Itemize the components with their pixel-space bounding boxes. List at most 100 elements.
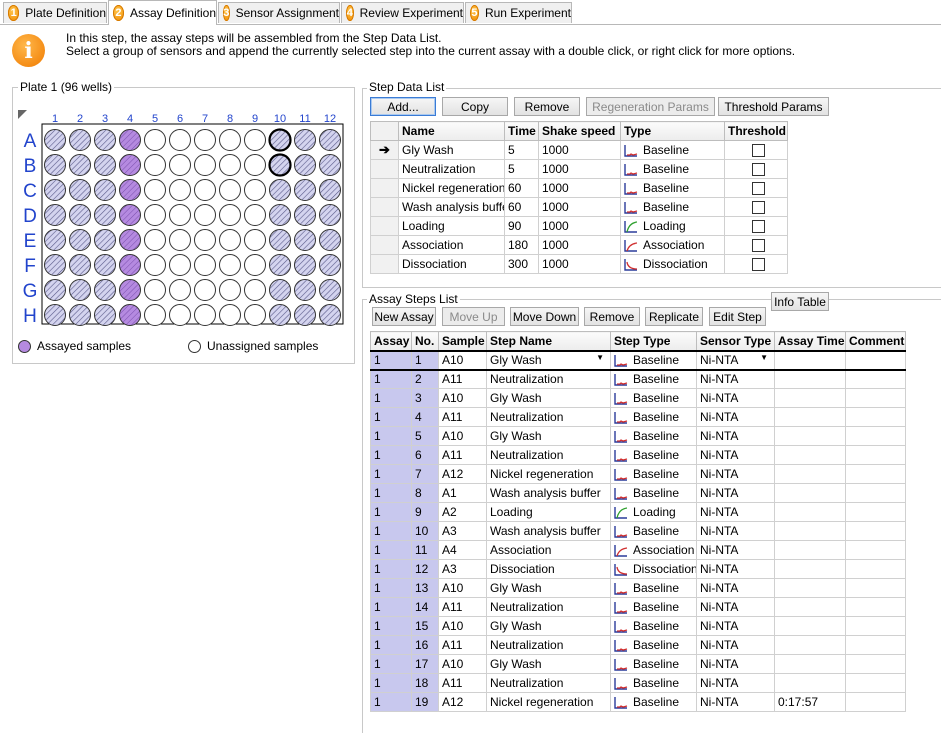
plate-well[interactable] xyxy=(44,179,66,201)
plate-col-label[interactable]: 12 xyxy=(324,113,336,125)
col-threshold[interactable]: Threshold xyxy=(724,121,788,141)
sensor-type-cell[interactable]: ▼ Ni-NTA xyxy=(696,349,775,371)
step-type-cell[interactable]: Baseline xyxy=(610,597,697,617)
sample-cell[interactable]: A12 xyxy=(438,692,487,712)
plate-well[interactable] xyxy=(244,279,266,301)
step-name-cell[interactable]: Gly Wash xyxy=(398,140,505,160)
plate-row-label[interactable]: G xyxy=(23,281,38,302)
step-type-cell[interactable]: Baseline xyxy=(610,464,697,484)
plate-well[interactable] xyxy=(144,304,166,326)
sample-cell[interactable]: A10 xyxy=(438,426,487,446)
plate-well[interactable] xyxy=(294,154,316,176)
plate-well[interactable] xyxy=(169,179,191,201)
plate-well[interactable] xyxy=(244,154,266,176)
threshold-checkbox[interactable] xyxy=(752,258,765,272)
step-no-cell[interactable]: 6 xyxy=(411,445,439,465)
comment-cell[interactable] xyxy=(845,673,906,693)
assay-time-cell[interactable] xyxy=(774,502,846,522)
comment-cell[interactable] xyxy=(845,521,906,541)
plate-well[interactable] xyxy=(194,254,216,276)
plate-well[interactable] xyxy=(269,229,291,251)
row-indicator[interactable] xyxy=(370,159,399,179)
step-no-cell[interactable]: 3 xyxy=(411,388,439,408)
plate-well[interactable] xyxy=(94,304,116,326)
plate-col-label[interactable]: 8 xyxy=(227,113,233,125)
assay-time-cell[interactable] xyxy=(774,616,846,636)
assay-time-cell[interactable] xyxy=(774,654,846,674)
plate-well[interactable] xyxy=(219,129,241,151)
remove-assay-step-button[interactable]: Remove xyxy=(584,307,640,326)
plate-well[interactable] xyxy=(119,279,141,301)
assay-cell[interactable]: 1 xyxy=(370,597,412,617)
col-time[interactable]: Time xyxy=(504,121,539,141)
plate-col-label[interactable]: 7 xyxy=(202,113,208,125)
plate-well[interactable] xyxy=(244,179,266,201)
step-name-cell[interactable]: Neutralization xyxy=(486,673,611,693)
step-name-cell[interactable]: Dissociation xyxy=(486,559,611,579)
assay-time-cell[interactable] xyxy=(774,597,846,617)
plate-well[interactable] xyxy=(144,154,166,176)
threshold-checkbox[interactable] xyxy=(752,163,765,177)
col-comment[interactable]: Comment xyxy=(845,331,906,351)
threshold-checkbox[interactable] xyxy=(752,182,765,196)
plate-col-label[interactable]: 11 xyxy=(299,113,310,125)
plate-well[interactable] xyxy=(119,154,141,176)
plate-well[interactable] xyxy=(119,204,141,226)
plate-row-label[interactable]: F xyxy=(24,256,36,277)
comment-cell[interactable] xyxy=(845,616,906,636)
plate-col-label[interactable]: 6 xyxy=(177,113,183,125)
sample-cell[interactable]: A11 xyxy=(438,597,487,617)
comment-cell[interactable] xyxy=(845,464,906,484)
step-data-row[interactable]: Nickel regeneration 60 1000 Baseline xyxy=(370,178,788,198)
sensor-type-cell[interactable]: Ni-NTA xyxy=(696,426,775,446)
plate-row-label[interactable]: B xyxy=(24,156,37,177)
plate-well[interactable] xyxy=(219,229,241,251)
comment-cell[interactable] xyxy=(845,597,906,617)
assay-time-cell[interactable] xyxy=(774,388,846,408)
assay-time-cell[interactable]: 0:17:57 xyxy=(774,692,846,712)
step-name-cell[interactable]: Wash analysis buffer xyxy=(486,483,611,503)
plate-well[interactable] xyxy=(269,179,291,201)
assay-cell[interactable]: 1 xyxy=(370,388,412,408)
row-indicator[interactable] xyxy=(370,235,399,255)
plate-well[interactable] xyxy=(44,229,66,251)
plate-well[interactable] xyxy=(319,154,341,176)
step-type-cell[interactable]: Loading xyxy=(610,502,697,522)
assay-step-row[interactable]: 1 19 A12 Nickel regeneration Baseline Ni-NTA 0… xyxy=(370,692,941,712)
row-indicator[interactable] xyxy=(370,197,399,217)
plate-col-label[interactable]: 10 xyxy=(274,113,286,125)
comment-cell[interactable] xyxy=(845,540,906,560)
col-step-type[interactable]: Step Type xyxy=(610,331,697,351)
step-shake-cell[interactable]: 1000 xyxy=(538,197,621,217)
step-data-row[interactable]: Dissociation 300 1000 Dissociation xyxy=(370,254,788,274)
plate-well[interactable] xyxy=(194,229,216,251)
plate-well[interactable] xyxy=(94,229,116,251)
step-no-cell[interactable]: 10 xyxy=(411,521,439,541)
assay-step-row[interactable]: 1 12 A3 Dissociation Dissociation Ni-NTA xyxy=(370,559,941,579)
plate-well[interactable] xyxy=(69,129,91,151)
plate-well[interactable] xyxy=(269,279,291,301)
tab-run-experiment[interactable]: 5 Run Experiment xyxy=(465,2,572,23)
plate-well[interactable] xyxy=(44,254,66,276)
plate-well[interactable] xyxy=(194,179,216,201)
edit-step-button[interactable]: Edit Step xyxy=(709,307,766,326)
sensor-type-cell[interactable]: Ni-NTA xyxy=(696,540,775,560)
sample-cell[interactable]: A10 xyxy=(438,388,487,408)
assay-cell[interactable]: 1 xyxy=(370,616,412,636)
assay-cell[interactable]: 1 xyxy=(370,559,412,579)
assay-step-row[interactable]: 1 10 A3 Wash analysis buffer Baseline Ni-NTA xyxy=(370,521,941,541)
step-name-cell[interactable]: Loading xyxy=(486,502,611,522)
assay-step-row[interactable]: 1 2 A11 Neutralization Baseline Ni-NTA xyxy=(370,369,941,389)
sample-cell[interactable]: A11 xyxy=(438,369,487,389)
plate-well[interactable] xyxy=(144,279,166,301)
assay-time-cell[interactable] xyxy=(774,445,846,465)
comment-cell[interactable] xyxy=(845,559,906,579)
plate-col-label[interactable]: 5 xyxy=(152,113,158,125)
step-type-cell[interactable]: Baseline xyxy=(610,616,697,636)
plate-well[interactable] xyxy=(144,179,166,201)
step-name-cell[interactable]: Neutralization xyxy=(486,407,611,427)
tab-review-experiment[interactable]: 4 Review Experiment xyxy=(341,2,464,23)
sensor-type-cell[interactable]: Ni-NTA xyxy=(696,388,775,408)
step-name-cell[interactable]: Nickel regeneration xyxy=(398,178,505,198)
plate-well[interactable] xyxy=(119,304,141,326)
